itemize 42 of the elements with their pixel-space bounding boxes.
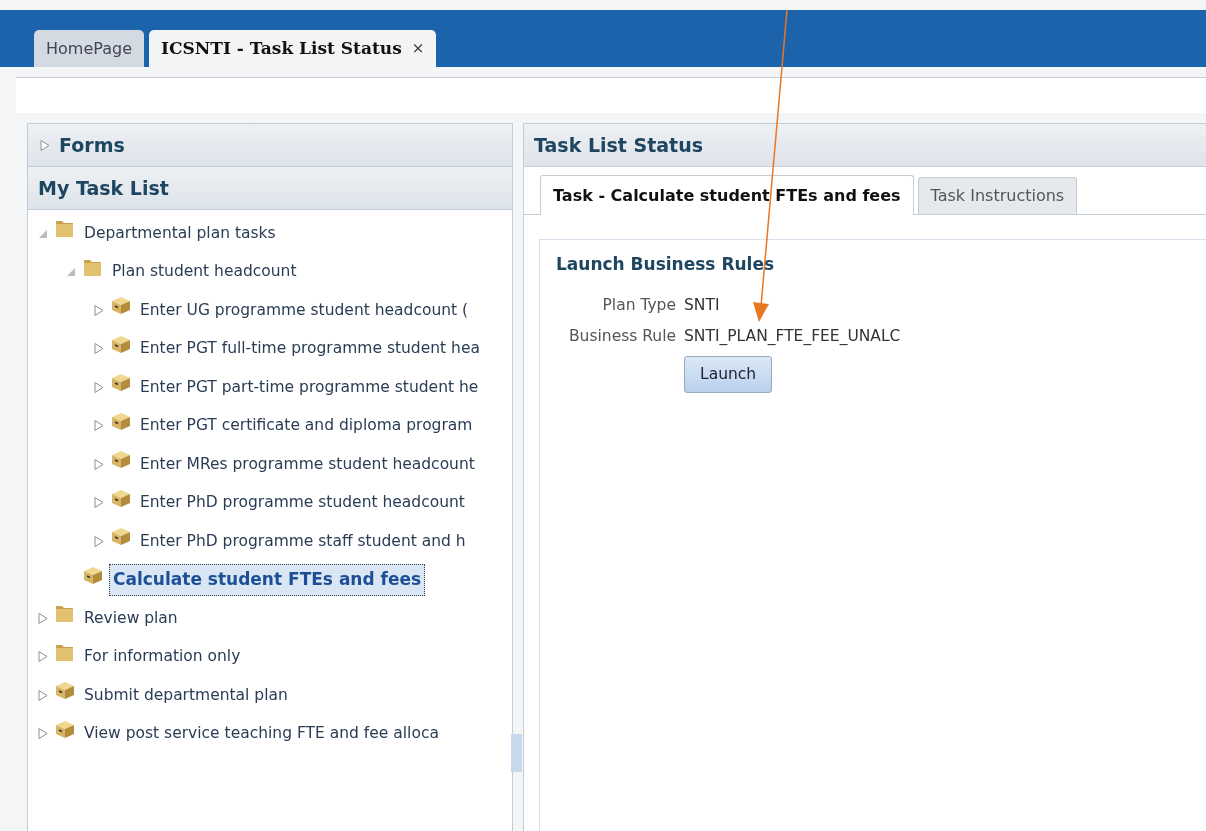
tree-item[interactable]: Enter PhD programme student headcount — [137, 489, 468, 517]
tree-item[interactable]: Calculate student FTEs and fees — [109, 564, 426, 596]
expand-icon[interactable] — [92, 419, 105, 433]
tree-item[interactable]: Submit departmental plan — [81, 681, 291, 709]
tree-item[interactable]: Enter PhD programme staff student and h — [137, 527, 469, 555]
expand-icon[interactable] — [92, 457, 105, 471]
tree-item[interactable]: Enter PGT part-time programme student he — [137, 373, 482, 401]
field-value: SNTI — [684, 294, 720, 316]
launch-button[interactable]: Launch — [684, 356, 773, 394]
tab[interactable]: HomePage — [34, 30, 144, 67]
tab[interactable]: Task - Calculate student FTEs and fees — [540, 175, 914, 215]
section-title: Forms — [59, 132, 125, 158]
section-header[interactable]: Forms — [28, 124, 512, 167]
tree-item[interactable]: Review plan — [81, 604, 181, 632]
panel-header: Task List Status — [524, 124, 1206, 167]
section-header[interactable]: My Task List — [28, 167, 512, 210]
tree-item[interactable]: Enter PGT full-time programme student hea — [137, 335, 483, 363]
tree-item[interactable]: Enter UG programme student headcount ( — [137, 296, 472, 324]
tree-item[interactable]: Plan student headcount — [109, 258, 300, 286]
expand-icon[interactable] — [36, 650, 49, 664]
tree-item[interactable]: Departmental plan tasks — [81, 219, 279, 247]
expand-icon[interactable] — [36, 688, 49, 702]
collapse-handle[interactable] — [511, 734, 522, 772]
expand-icon[interactable] — [36, 611, 49, 625]
tree-item[interactable]: Enter MRes programme student headcount — [137, 450, 478, 478]
section-title: My Task List — [38, 175, 169, 201]
expand-icon[interactable] — [36, 727, 49, 741]
tab[interactable]: Task Instructions — [917, 177, 1078, 214]
tab[interactable]: ICSNTI - Task List Status × — [149, 30, 437, 67]
field-label: Business Rule — [567, 325, 676, 347]
expand-icon[interactable] — [92, 534, 105, 548]
expand-icon[interactable] — [92, 303, 105, 317]
expand-icon[interactable] — [92, 380, 105, 394]
field-label: Plan Type — [601, 294, 676, 316]
expand-icon[interactable] — [38, 138, 51, 152]
tree-item[interactable]: View post service teaching FTE and fee alloca — [81, 720, 442, 748]
tree-item[interactable]: Enter PGT certificate and diploma program — [137, 412, 476, 440]
close-button[interactable]: × — [411, 37, 425, 60]
expand-icon[interactable] — [92, 496, 105, 510]
field-value: SNTI_PLAN_FTE_FEE_UNALC — [684, 325, 901, 347]
expand-icon[interactable] — [92, 342, 105, 356]
tree-item[interactable]: For information only — [81, 643, 244, 671]
